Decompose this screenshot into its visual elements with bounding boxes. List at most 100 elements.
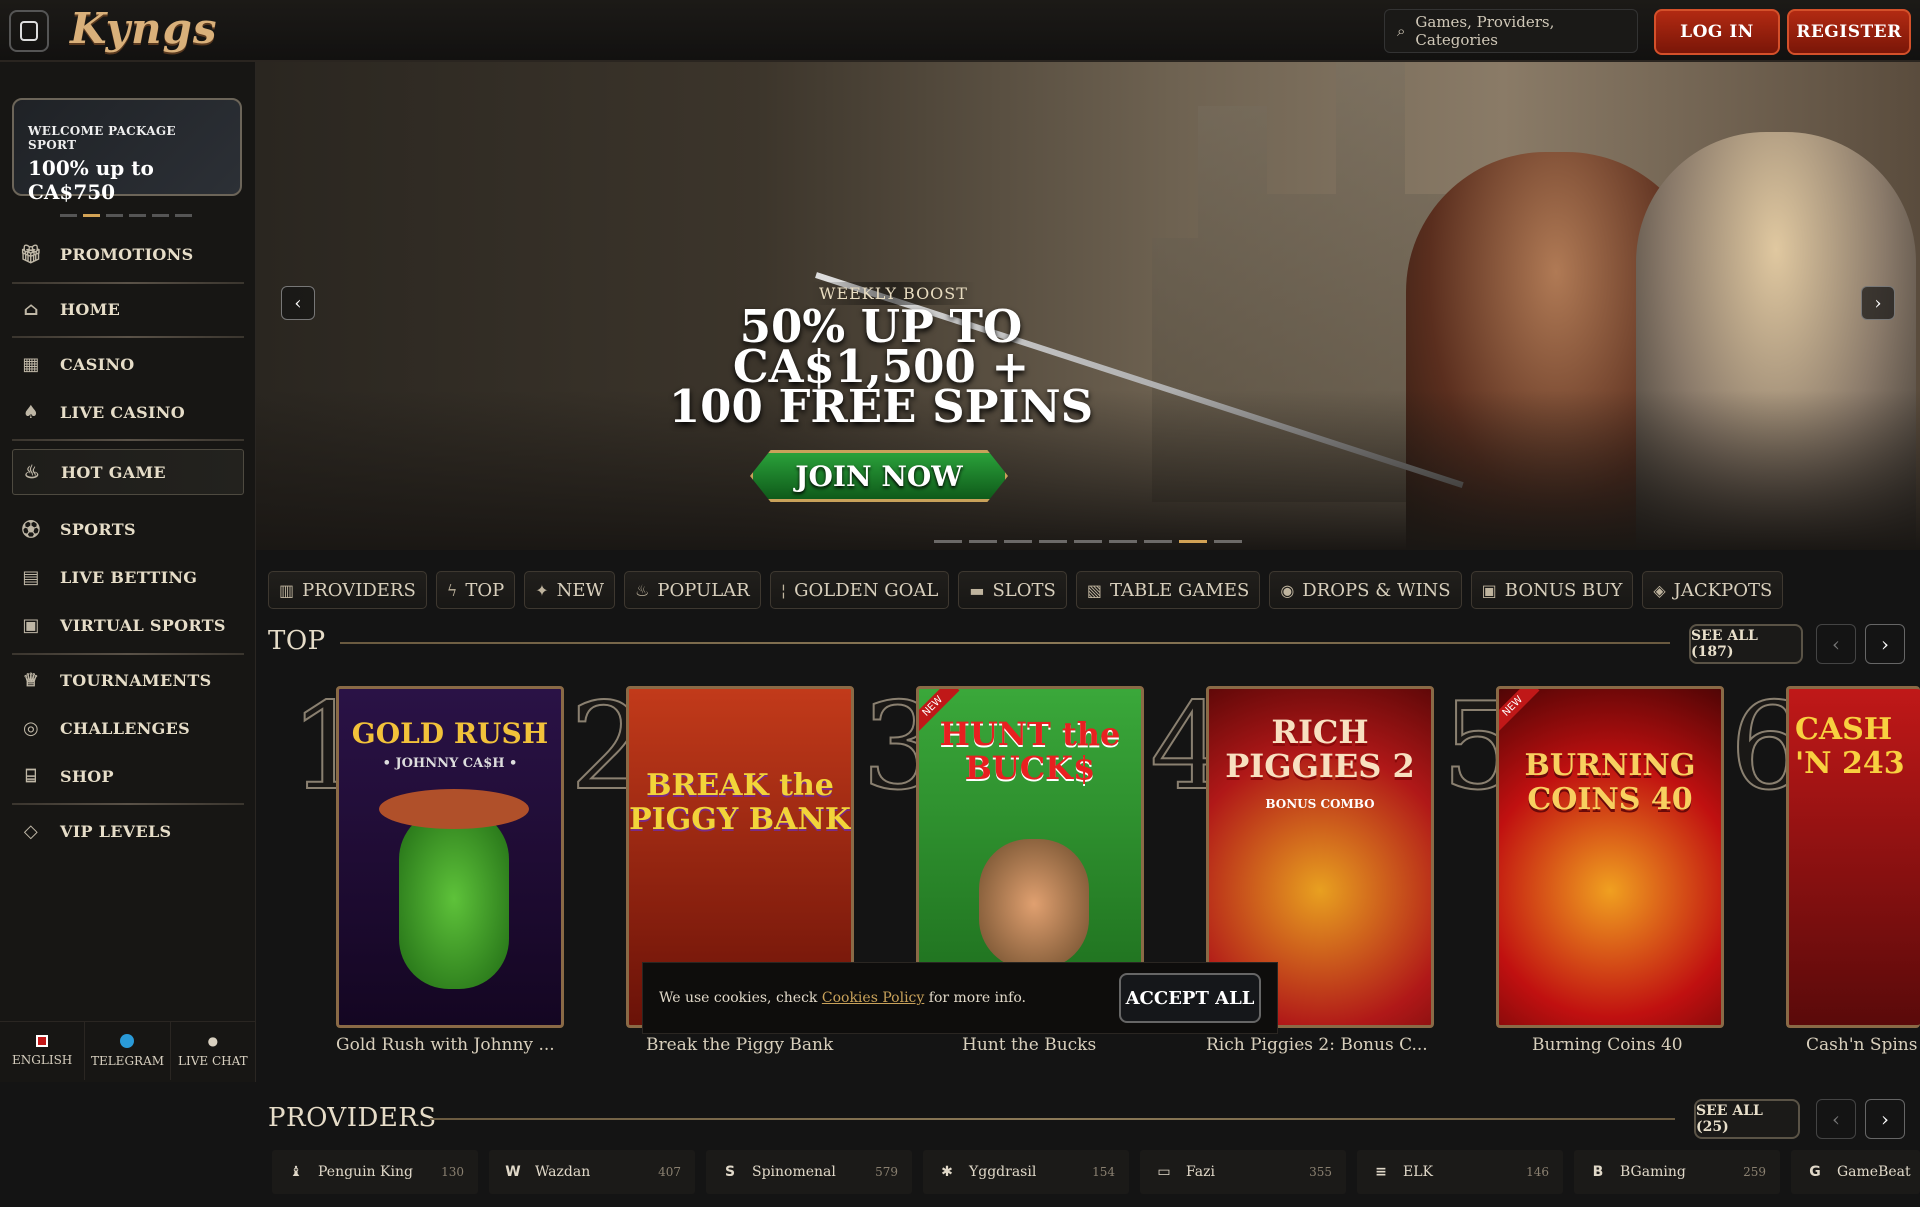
cookie-banner: We use cookies, check Cookies Policy for… bbox=[642, 962, 1278, 1034]
pagination-dot[interactable] bbox=[969, 540, 997, 543]
provider-gamebeat[interactable]: G GameBeat bbox=[1791, 1150, 1920, 1194]
top-next-button[interactable]: › bbox=[1865, 624, 1905, 664]
live-chat-link[interactable]: ● LIVE CHAT bbox=[171, 1022, 256, 1080]
tab-top[interactable]: ϟ TOP bbox=[435, 571, 516, 609]
cards-icon: ♠ bbox=[22, 401, 40, 423]
pagination-dot[interactable] bbox=[60, 214, 77, 217]
sidebar-item-label: TOURNAMENTS bbox=[60, 670, 212, 690]
tab-slots[interactable]: ▬ SLOTS bbox=[958, 571, 1067, 609]
chevron-left-icon: ‹ bbox=[1832, 1107, 1840, 1131]
pagination-dot[interactable] bbox=[106, 214, 123, 217]
providers-next-button[interactable]: › bbox=[1865, 1099, 1905, 1139]
top-see-all-button[interactable]: SEE ALL (187) bbox=[1689, 624, 1803, 664]
tab-new[interactable]: ✦ NEW bbox=[524, 571, 616, 609]
sidebar-item-label: LIVE BETTING bbox=[60, 567, 198, 587]
hero-prev-button[interactable]: ‹ bbox=[281, 286, 315, 320]
sidebar-item-label: SPORTS bbox=[60, 519, 136, 539]
sidebar-item-home[interactable]: ⌂ HOME bbox=[12, 288, 244, 330]
provider-count: 407 bbox=[658, 1165, 681, 1179]
tab-popular[interactable]: ♨ POPULAR bbox=[624, 571, 761, 609]
sidebar-item-label: CASINO bbox=[60, 354, 135, 374]
game-name[interactable]: Cash'n Spins bbox=[1806, 1035, 1917, 1055]
sidebar-item-label: LIVE CASINO bbox=[60, 402, 185, 422]
game-card-gold-rush[interactable]: GOLD RUSH • JOHNNY CA$H • bbox=[336, 686, 564, 1028]
tab-label: TABLE GAMES bbox=[1109, 579, 1250, 601]
join-now-button[interactable]: JOIN NOW bbox=[750, 422, 1008, 530]
sidebar-item-label: CHALLENGES bbox=[60, 718, 190, 738]
pagination-dot[interactable] bbox=[1144, 540, 1172, 543]
pagination-dot[interactable] bbox=[1214, 540, 1242, 543]
trophy-icon: ♕ bbox=[22, 669, 40, 691]
provider-count: 579 bbox=[875, 1165, 898, 1179]
pagination-dot[interactable] bbox=[129, 214, 146, 217]
providers-section-title: PROVIDERS bbox=[268, 1103, 437, 1133]
logo[interactable]: Kyngs bbox=[70, 4, 218, 53]
provider-penguin-king[interactable]: ♝ Penguin King 130 bbox=[272, 1150, 478, 1194]
tab-jackpots[interactable]: ◈ JACKPOTS bbox=[1642, 571, 1784, 609]
star-icon: ✦ bbox=[535, 580, 549, 600]
tab-golden-goal[interactable]: ¦ GOLDEN GOAL bbox=[769, 571, 950, 609]
provider-elk[interactable]: ≡ ELK 146 bbox=[1357, 1150, 1563, 1194]
sidebar-item-vip-levels[interactable]: ◇ VIP LEVELS bbox=[12, 810, 244, 852]
pagination-dot[interactable] bbox=[1039, 540, 1067, 543]
game-card-cash-n-spins[interactable]: CASH 'N 243 bbox=[1786, 686, 1920, 1028]
pagination-dot-active[interactable] bbox=[1179, 540, 1207, 543]
sidebar-item-label: PROMOTIONS bbox=[60, 244, 194, 264]
pagination-dot[interactable] bbox=[1109, 540, 1137, 543]
provider-fazi[interactable]: ▭ Fazi 355 bbox=[1140, 1150, 1346, 1194]
provider-name: Fazi bbox=[1186, 1164, 1215, 1180]
welcome-package-banner[interactable]: WELCOME PACKAGE SPORT 100% up to CA$750 bbox=[12, 98, 242, 204]
tab-providers[interactable]: ▥ PROVIDERS bbox=[268, 571, 427, 609]
card-title-art: RICH PIGGIES 2 bbox=[1225, 713, 1415, 785]
game-name[interactable]: Rich Piggies 2: Bonus C... bbox=[1206, 1035, 1428, 1055]
sidebar-item-tournaments[interactable]: ♕ TOURNAMENTS bbox=[12, 659, 244, 701]
language-selector[interactable]: ENGLISH bbox=[0, 1022, 86, 1080]
provider-wazdan[interactable]: W Wazdan 407 bbox=[489, 1150, 695, 1194]
game-name[interactable]: Gold Rush with Johnny ... bbox=[336, 1035, 555, 1055]
hero-banner[interactable]: WEEKLY BOOST 50% UP TO CA$1,500 + 100 FR… bbox=[256, 62, 1920, 550]
game-name[interactable]: Burning Coins 40 bbox=[1532, 1035, 1683, 1055]
hero-next-button[interactable]: › bbox=[1861, 286, 1895, 320]
pagination-dot-active[interactable] bbox=[83, 214, 100, 217]
cookies-policy-link[interactable]: Cookies Policy bbox=[822, 990, 924, 1006]
bgaming-icon: B bbox=[1592, 1164, 1604, 1180]
accept-all-button[interactable]: ACCEPT ALL bbox=[1119, 973, 1261, 1023]
hat-illustration bbox=[379, 789, 529, 829]
provider-count: 130 bbox=[441, 1165, 464, 1179]
provider-spinomenal[interactable]: S Spinomenal 579 bbox=[706, 1150, 912, 1194]
tab-bonus-buy[interactable]: ▣ BONUS BUY bbox=[1470, 571, 1634, 609]
sidebar-item-hot-game[interactable]: ♨ HOT GAME bbox=[12, 449, 244, 495]
pagination-dot[interactable] bbox=[1004, 540, 1032, 543]
sidebar-item-promotions[interactable]: 🎁︎ PROMOTIONS bbox=[12, 233, 244, 275]
tab-drops-wins[interactable]: ◉ DROPS & WINS bbox=[1269, 571, 1462, 609]
pagination-dot[interactable] bbox=[1074, 540, 1102, 543]
menu-toggle-button[interactable] bbox=[9, 10, 49, 52]
sidebar-item-shop[interactable]: ⌸ SHOP bbox=[12, 755, 244, 797]
bolt-icon: ϟ bbox=[446, 580, 458, 600]
provider-yggdrasil[interactable]: ✱ Yggdrasil 154 bbox=[923, 1150, 1129, 1194]
tab-label: NEW bbox=[556, 579, 605, 601]
sidebar-item-live-casino[interactable]: ♠ LIVE CASINO bbox=[12, 391, 244, 433]
sidebar-item-casino[interactable]: ▦ CASINO bbox=[12, 343, 244, 385]
pagination-dot[interactable] bbox=[175, 214, 192, 217]
register-button[interactable]: REGISTER bbox=[1787, 9, 1911, 55]
sidebar-item-live-betting[interactable]: ▤ LIVE BETTING bbox=[12, 556, 244, 598]
top-prev-button[interactable]: ‹ bbox=[1816, 624, 1856, 664]
login-button[interactable]: LOG IN bbox=[1654, 9, 1780, 55]
tab-table-games[interactable]: ▧ TABLE GAMES bbox=[1075, 571, 1261, 609]
pagination-dot[interactable] bbox=[934, 540, 962, 543]
sidebar-item-sports[interactable]: ⚽︎ SPORTS bbox=[12, 508, 244, 550]
chevron-left-icon: ‹ bbox=[1832, 632, 1840, 656]
provider-name: GameBeat bbox=[1837, 1164, 1911, 1180]
providers-prev-button[interactable]: ‹ bbox=[1816, 1099, 1856, 1139]
search-input[interactable]: ⌕ Games, Providers, Categories bbox=[1384, 9, 1638, 53]
pagination-dot[interactable] bbox=[152, 214, 169, 217]
sidebar-item-virtual-sports[interactable]: ▣ VIRTUAL SPORTS bbox=[12, 604, 244, 646]
game-name[interactable]: Hunt the Bucks bbox=[962, 1035, 1096, 1055]
provider-bgaming[interactable]: B BGaming 259 bbox=[1574, 1150, 1780, 1194]
providers-see-all-button[interactable]: SEE ALL (25) bbox=[1694, 1099, 1800, 1139]
game-name[interactable]: Break the Piggy Bank bbox=[646, 1035, 833, 1055]
telegram-link[interactable]: TELEGRAM bbox=[85, 1022, 171, 1080]
sidebar-item-challenges[interactable]: ◎ CHALLENGES bbox=[12, 707, 244, 749]
game-card-burning-coins-40[interactable]: NEW BURNING COINS 40 bbox=[1496, 686, 1724, 1028]
